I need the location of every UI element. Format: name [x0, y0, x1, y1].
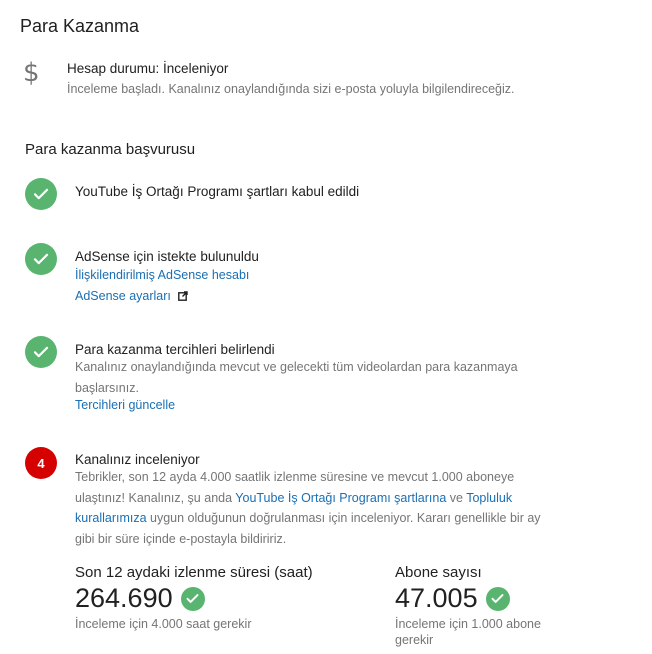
step-title: Kanalınız inceleniyor	[75, 452, 200, 467]
step-title: Para kazanma tercihleri belirlendi	[75, 342, 275, 357]
subscribers-metric: 47.005	[395, 583, 510, 614]
subscribers-note: İnceleme için 1.000 abone gerekir	[395, 617, 541, 647]
review-text: ve	[446, 490, 467, 505]
review-description: Tebrikler, son 12 ayda 4.000 saatlik izl…	[75, 467, 555, 549]
step-title: YouTube İş Ortağı Programı şartları kabu…	[75, 184, 360, 199]
check-icon	[485, 586, 510, 611]
subscribers-value: 47.005	[395, 583, 478, 613]
ypp-terms-link[interactable]: YouTube İş Ortağı Programı şartlarına	[235, 491, 446, 505]
step-number-badge: 4	[25, 447, 57, 479]
watch-hours-metric: 264.690	[75, 583, 205, 614]
step-description-line: başlarsınız.	[75, 380, 139, 395]
watch-hours-value: 264.690	[75, 583, 173, 613]
update-preferences-link[interactable]: Tercihleri güncelle	[75, 398, 175, 412]
page-title: Para Kazanma	[20, 16, 140, 36]
dollar-icon: $	[23, 58, 40, 88]
external-link-icon	[178, 291, 189, 301]
watch-hours-label: Son 12 aydaki izlenme süresi (saat)	[75, 564, 313, 581]
adsense-settings-link[interactable]: AdSense ayarları	[75, 289, 189, 303]
linked-adsense-account-link[interactable]: İlişkilendirilmiş AdSense hesabı	[75, 268, 249, 282]
step-title: AdSense için istekte bulunuldu	[75, 249, 259, 264]
watch-hours-note: İnceleme için 4.000 saat gerekir	[75, 617, 252, 631]
step-description: Kanalınız onaylandığında mevcut ve gelec…	[75, 357, 555, 398]
check-icon	[25, 336, 57, 368]
check-icon	[180, 586, 205, 611]
section-title: Para kazanma başvurusu	[25, 141, 196, 158]
subscribers-label: Abone sayısı	[395, 564, 482, 581]
account-status-description: İnceleme başladı. Kanalınız onaylandığın…	[67, 82, 515, 96]
check-icon	[25, 243, 57, 275]
step-description-line: Kanalınız onaylandığında mevcut ve gelec…	[75, 360, 518, 374]
account-status-title: Hesap durumu: İnceleniyor	[67, 61, 229, 76]
adsense-settings-label[interactable]: AdSense ayarları	[75, 289, 171, 303]
check-icon	[25, 178, 57, 210]
